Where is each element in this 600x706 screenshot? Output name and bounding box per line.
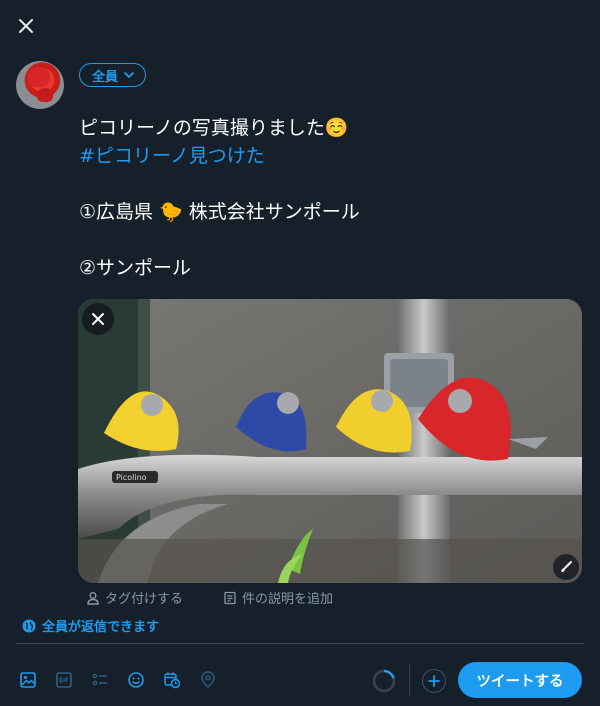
attached-photo[interactable]: Picolino [78,299,582,583]
location-button[interactable] [194,664,222,696]
gif-icon [56,672,72,688]
photo-image: Picolino [78,299,582,583]
audience-selector[interactable]: 全員 [79,63,147,87]
location-icon [201,671,215,689]
tweet-button[interactable]: ツイートする [458,662,582,698]
person-icon [87,591,99,605]
emoji-icon [128,672,144,688]
tag-people-label: タグ付けする [105,592,184,607]
tag-people-button[interactable]: タグ付けする [86,588,183,607]
tweet-line: ピコリーノの写真撮りました☺️ [79,117,349,139]
reply-setting-button[interactable]: 全員が返信できます [22,616,159,635]
image-icon [20,672,36,688]
add-description-button[interactable]: 件の説明を追加 [223,588,333,607]
plus-icon [428,675,440,687]
tweet-line: ②サンポール [79,257,192,279]
avatar[interactable] [16,61,64,109]
composer-toolbar [14,664,222,696]
divider [16,643,584,644]
schedule-icon [164,672,181,689]
chevron-down-icon [124,72,134,78]
tweet-text-input[interactable]: ピコリーノの写真撮りました☺️ #ピコリーノ見つけた ①広島県 🐤 株式会社サン… [79,114,579,282]
hashtag-link[interactable]: #ピコリーノ見つけた [79,142,579,170]
schedule-button[interactable] [158,664,186,696]
picolino-brand-label: Picolino [116,473,147,482]
poll-button[interactable] [86,664,114,696]
paintbrush-icon [561,561,572,573]
add-description-label: 件の説明を追加 [242,592,334,607]
edit-media-button[interactable] [553,554,579,580]
close-icon [19,19,33,33]
add-tweet-button[interactable] [422,669,446,693]
emoji-button[interactable] [122,664,150,696]
close-icon [92,313,104,325]
remove-media-button[interactable] [82,303,114,335]
poll-icon [92,673,107,686]
audience-label: 全員 [92,69,119,85]
reply-setting-label: 全員が返信できます [42,620,160,635]
character-count-ring [372,669,396,693]
tweet-line: ①広島県 🐤 株式会社サンポール [79,201,360,223]
toolbar-divider [409,664,410,696]
globe-icon [22,619,36,632]
media-actions: タグ付けする 件の説明を追加 [86,588,333,607]
gif-button[interactable] [50,664,78,696]
document-icon [224,591,236,604]
close-button[interactable] [10,10,42,42]
media-button[interactable] [14,664,42,696]
